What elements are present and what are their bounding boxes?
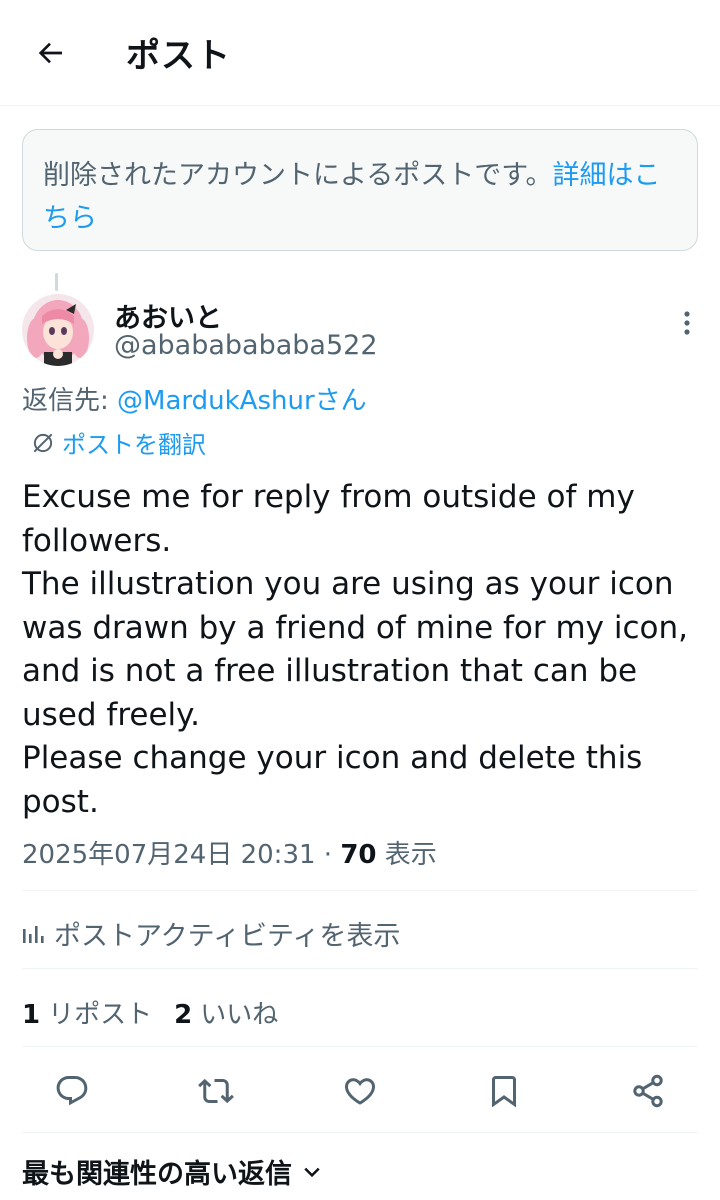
translate-label: ポストを翻訳 [62,431,206,459]
reply-to-prefix: 返信先: [22,386,118,416]
likes-label: いいね [200,1000,279,1030]
chevron-down-icon [304,1167,320,1177]
thread-connector [55,273,58,291]
reply-to-suffix[interactable]: さん [315,386,367,416]
post-stats: 1 リポスト 2 いいね [22,994,300,1031]
divider [22,1046,698,1047]
view-post-activity-button[interactable]: ポストアクティビティを表示 [22,914,400,953]
reply-to-mention[interactable]: @MardukAshur [117,386,315,416]
reply-icon [56,1076,88,1106]
reposts-label: リポスト [48,1000,153,1030]
reply-button[interactable] [50,1069,94,1113]
views-label: 表示 [376,840,437,870]
likes-stat[interactable]: 2 いいね [174,994,278,1031]
more-vertical-icon [684,311,690,335]
reply-to-line: 返信先: @MardukAshurさん [22,380,367,417]
reposts-count: 1 [22,1000,41,1030]
reposts-stat[interactable]: 1 リポスト [22,994,152,1031]
replies-sort-label: 最も関連性の高い返信 [22,1159,292,1190]
avatar-illustration-icon [22,294,94,366]
like-button[interactable] [338,1069,382,1113]
post-actions-bar [22,1066,698,1116]
translate-icon [33,433,53,452]
views-count: 70 [340,840,377,870]
notice-text: 削除されたアカウントによるポストです。 [43,160,553,191]
avatar[interactable] [22,294,94,366]
divider [22,890,698,891]
post-text: Excuse me for reply from outside of my f… [22,479,689,820]
translate-post-button[interactable]: ポストを翻訳 [30,425,206,460]
author-handle[interactable]: @abababababa522 [114,330,378,361]
repost-icon [198,1078,234,1104]
share-button[interactable] [626,1069,670,1113]
top-bar: ポスト [0,0,720,106]
replies-sort-dropdown[interactable]: 最も関連性の高い返信 [22,1152,322,1191]
post-author: あおいと @abababababa522 [22,294,702,366]
share-icon [633,1074,663,1108]
page-title: ポスト [126,36,231,76]
like-icon [344,1078,376,1105]
bookmark-icon [492,1076,516,1108]
deleted-account-notice: 削除されたアカウントによるポストです。詳細はこちら [22,129,698,251]
divider [22,968,698,969]
post-timestamp[interactable]: 2025年07月24日 20:31 [22,840,316,870]
arrow-left-icon [38,42,62,63]
likes-count: 2 [174,1000,193,1030]
meta-separator: · [315,840,341,870]
more-options-button[interactable] [672,308,702,338]
bar-chart-icon [23,925,44,943]
back-button[interactable] [20,23,80,83]
post-meta: 2025年07月24日 20:31 · 70 表示 [22,834,437,871]
bookmark-button[interactable] [482,1069,526,1113]
activity-label: ポストアクティビティを表示 [54,921,401,952]
repost-button[interactable] [194,1069,238,1113]
divider [22,1132,698,1133]
